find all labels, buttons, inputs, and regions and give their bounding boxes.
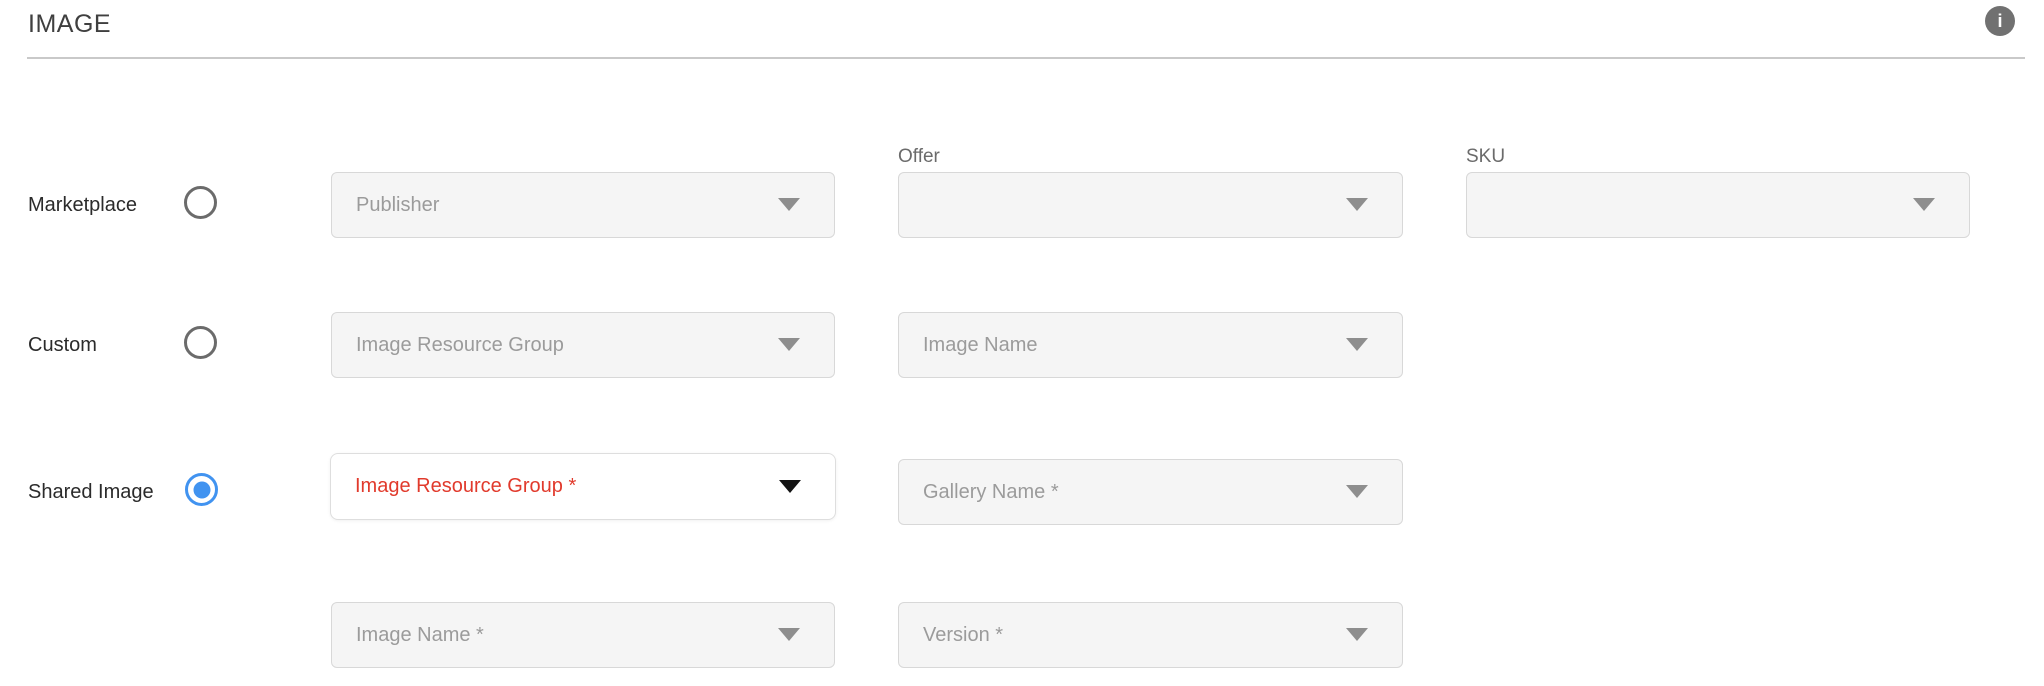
shared-gallery-name-placeholder: Gallery Name * xyxy=(923,481,1059,504)
custom-image-resource-group-dropdown[interactable]: Image Resource Group xyxy=(331,312,835,378)
shared-version-placeholder: Version * xyxy=(923,624,1003,647)
image-form-section: IMAGE i Marketplace Publisher Offer SKU … xyxy=(0,0,2044,686)
info-icon[interactable]: i xyxy=(1985,6,2015,36)
chevron-down-icon xyxy=(1346,198,1368,211)
radio-label-shared-image: Shared Image xyxy=(28,481,154,503)
chevron-down-icon xyxy=(1346,485,1368,498)
info-glyph: i xyxy=(1997,11,2002,32)
chevron-down-icon xyxy=(1913,198,1935,211)
radio-marketplace[interactable] xyxy=(184,186,217,219)
shared-image-resource-group-dropdown[interactable]: Image Resource Group * xyxy=(330,453,836,520)
sku-label: SKU xyxy=(1466,146,1505,167)
sku-dropdown[interactable] xyxy=(1466,172,1970,238)
section-title: IMAGE xyxy=(28,10,111,39)
publisher-placeholder: Publisher xyxy=(356,194,439,217)
publisher-dropdown[interactable]: Publisher xyxy=(331,172,835,238)
chevron-down-icon xyxy=(778,338,800,351)
chevron-down-icon xyxy=(779,480,801,493)
chevron-down-icon xyxy=(778,198,800,211)
shared-image-name-placeholder: Image Name * xyxy=(356,624,484,647)
offer-label: Offer xyxy=(898,146,940,167)
radio-label-custom: Custom xyxy=(28,334,97,356)
custom-image-name-placeholder: Image Name xyxy=(923,334,1038,357)
radio-shared-image[interactable] xyxy=(185,473,218,506)
chevron-down-icon xyxy=(1346,628,1368,641)
shared-image-name-dropdown[interactable]: Image Name * xyxy=(331,602,835,668)
radio-label-marketplace: Marketplace xyxy=(28,194,137,216)
shared-version-dropdown[interactable]: Version * xyxy=(898,602,1403,668)
divider xyxy=(27,57,2025,59)
offer-dropdown[interactable] xyxy=(898,172,1403,238)
custom-image-name-dropdown[interactable]: Image Name xyxy=(898,312,1403,378)
shared-gallery-name-dropdown[interactable]: Gallery Name * xyxy=(898,459,1403,525)
chevron-down-icon xyxy=(778,628,800,641)
radio-custom[interactable] xyxy=(184,326,217,359)
chevron-down-icon xyxy=(1346,338,1368,351)
shared-image-resource-group-placeholder: Image Resource Group * xyxy=(355,475,576,498)
custom-image-resource-group-placeholder: Image Resource Group xyxy=(356,334,564,357)
